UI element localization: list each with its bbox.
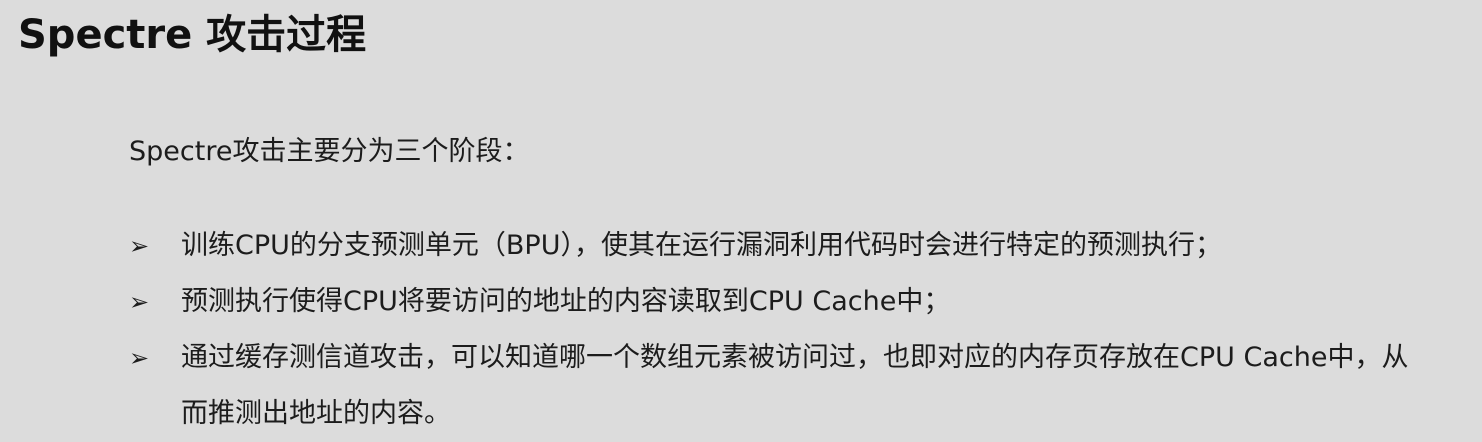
bullet-item-2: ➢ 预测执行使得CPU将要访问的地址的内容读取到CPU Cache中；	[129, 274, 1459, 330]
slide-title: Spectre 攻击过程	[18, 12, 367, 58]
bullet-text: 通过缓存测信道攻击，可以知道哪一个数组元素被访问过，也即对应的内存页存放在CPU…	[181, 342, 1409, 429]
bullet-item-1: ➢ 训练CPU的分支预测单元（BPU），使其在运行漏洞利用代码时会进行特定的预测…	[129, 218, 1459, 274]
arrow-bullet-icon: ➢	[129, 344, 150, 372]
bullet-text: 训练CPU的分支预测单元（BPU），使其在运行漏洞利用代码时会进行特定的预测执行…	[181, 230, 1222, 261]
bullet-list: ➢ 训练CPU的分支预测单元（BPU），使其在运行漏洞利用代码时会进行特定的预测…	[129, 218, 1459, 442]
slide: Spectre 攻击过程 Spectre攻击主要分为三个阶段： ➢ 训练CPU的…	[0, 0, 1482, 442]
bullet-text: 预测执行使得CPU将要访问的地址的内容读取到CPU Cache中；	[181, 286, 951, 317]
bullet-item-3: ➢ 通过缓存测信道攻击，可以知道哪一个数组元素被访问过，也即对应的内存页存放在C…	[129, 330, 1459, 442]
arrow-bullet-icon: ➢	[129, 232, 150, 260]
arrow-bullet-icon: ➢	[129, 288, 150, 316]
intro-text: Spectre攻击主要分为三个阶段：	[129, 136, 530, 167]
